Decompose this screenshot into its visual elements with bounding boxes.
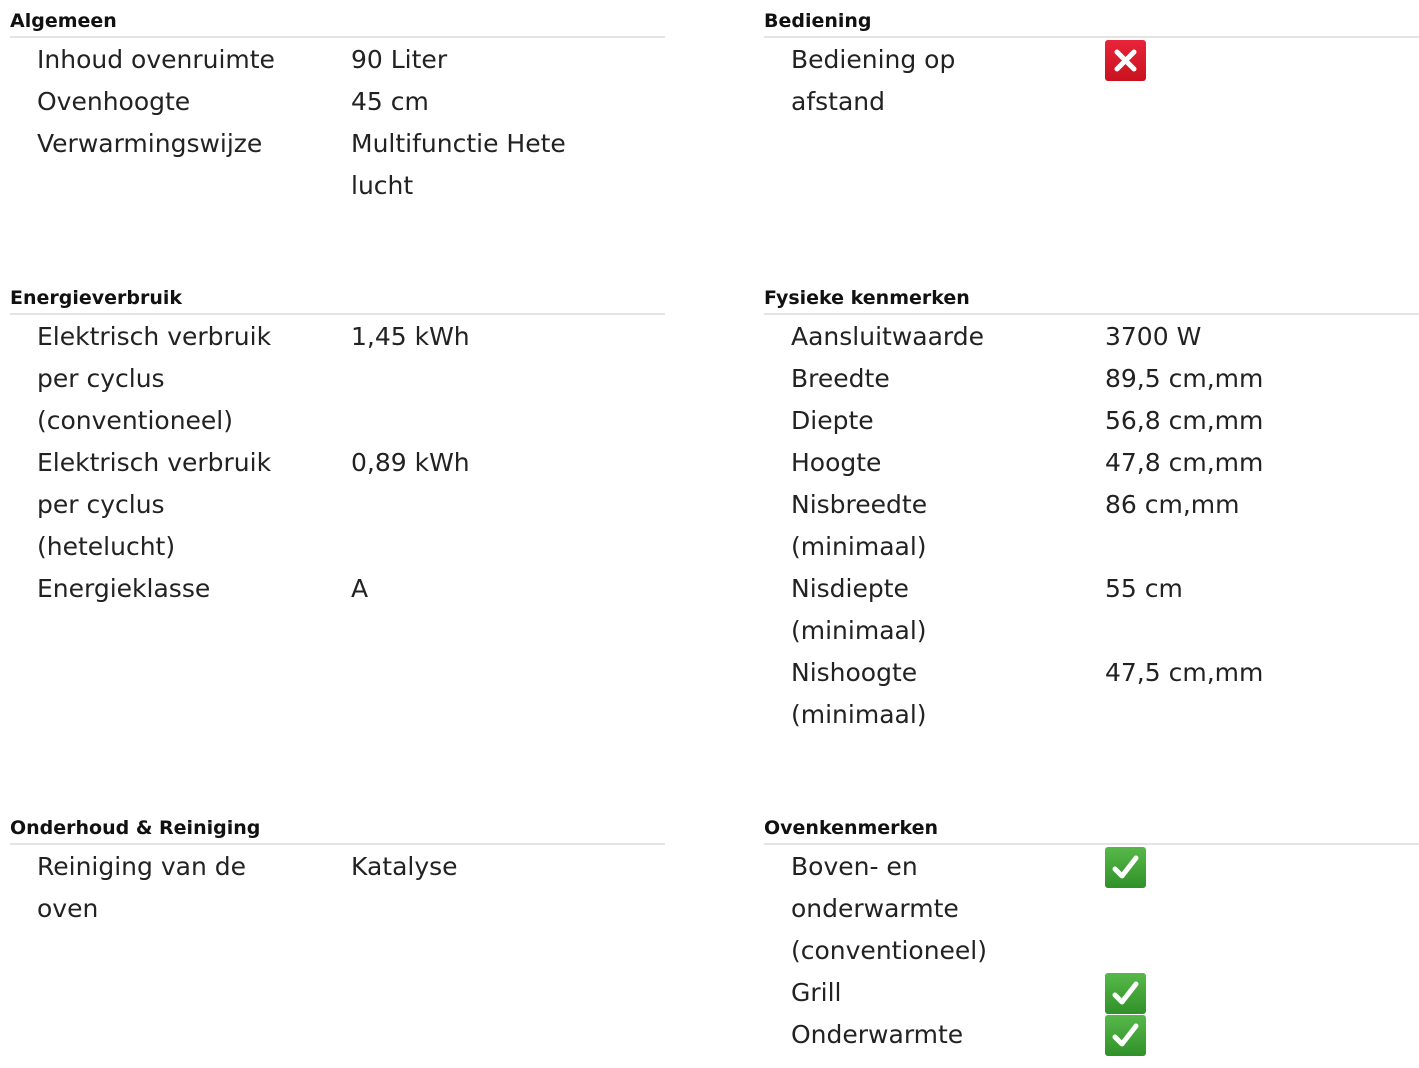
spec-label: Ovenhoogte [37, 87, 191, 116]
spec-row: Boven- en onderwarmte (conventioneel) [791, 846, 1391, 972]
spec-list: Inhoud ovenruimte 90 Liter Ovenhoogte 45… [37, 39, 637, 200]
section-onderhoud-reiniging: Onderhoud & Reiniging Reiniging van de o… [10, 817, 665, 923]
cross-icon [1105, 40, 1146, 81]
spec-row: Ovenhoogte 45 cm [37, 81, 637, 123]
spec-label: Verwarmingswijze [37, 129, 263, 158]
spec-row: Nisbreedte (minimaal) 86 cm,mm [791, 484, 1391, 568]
spec-label: Elektrisch verbruik per cyclus (conventi… [37, 322, 272, 435]
spec-label: Diepte [791, 406, 874, 435]
spec-label: Inhoud ovenruimte [37, 45, 275, 74]
spec-value: 45 cm [351, 87, 429, 116]
check-icon [1105, 1015, 1146, 1056]
spec-value: Multifunctie Hete lucht [351, 129, 566, 200]
spec-list: Reiniging van de oven Katalyse [37, 846, 637, 930]
spec-value [1105, 973, 1345, 1015]
spec-label: Aansluitwaarde [791, 322, 985, 351]
section-title: Ovenkenmerken [764, 817, 1419, 845]
spec-row: Nisdiepte (minimaal) 55 cm [791, 568, 1391, 652]
spec-value: 90 Liter [351, 45, 448, 74]
spec-value [1105, 1015, 1345, 1057]
spec-value: 0,89 kWh [351, 448, 470, 477]
spec-label: Onderwarmte [791, 1020, 964, 1049]
spec-list: Elektrisch verbruik per cyclus (conventi… [37, 316, 637, 610]
spec-row: Energieklasse A [37, 568, 637, 610]
spec-value: 47,5 cm,mm [1105, 658, 1264, 687]
check-icon [1105, 847, 1146, 888]
spec-label: Nisdiepte (minimaal) [791, 574, 927, 645]
spec-row: Elektrisch verbruik per cyclus (conventi… [37, 316, 637, 442]
section-title: Bediening [764, 10, 1419, 38]
spec-row: Nishoogte (minimaal) 47,5 cm,mm [791, 652, 1391, 736]
spec-value: 86 cm,mm [1105, 490, 1240, 519]
section-ovenkenmerken: Ovenkenmerken Boven- en onderwarmte (con… [764, 817, 1419, 1056]
spec-list: Bediening op afstand [791, 39, 1391, 123]
spec-row: Inhoud ovenruimte 90 Liter [37, 39, 637, 81]
spec-label: Elektrisch verbruik per cyclus (heteluch… [37, 448, 272, 561]
section-title: Fysieke kenmerken [764, 287, 1419, 315]
spec-row: Bediening op afstand [791, 39, 1391, 123]
spec-value: A [351, 574, 369, 603]
section-bediening: Bediening Bediening op afstand [764, 10, 1419, 116]
spec-value: 89,5 cm,mm [1105, 364, 1264, 393]
spec-value: 56,8 cm,mm [1105, 406, 1264, 435]
spec-label: Bediening op afstand [791, 45, 956, 116]
spec-label: Nisbreedte (minimaal) [791, 490, 928, 561]
section-energieverbruik: Energieverbruik Elektrisch verbruik per … [10, 287, 665, 603]
spec-row: Diepte 56,8 cm,mm [791, 400, 1391, 442]
spec-row: Onderwarmte [791, 1014, 1391, 1056]
spec-label: Boven- en onderwarmte (conventioneel) [791, 852, 988, 965]
section-fysieke-kenmerken: Fysieke kenmerken Aansluitwaarde 3700 W … [764, 287, 1419, 729]
spec-row: Hoogte 47,8 cm,mm [791, 442, 1391, 484]
spec-row: Grill [791, 972, 1391, 1014]
spec-label: Reiniging van de oven [37, 852, 246, 923]
section-title: Energieverbruik [10, 287, 665, 315]
spec-label: Energieklasse [37, 574, 211, 603]
spec-label: Grill [791, 978, 842, 1007]
spec-row: Reiniging van de oven Katalyse [37, 846, 637, 930]
spec-value: 3700 W [1105, 322, 1202, 351]
spec-value: 1,45 kWh [351, 322, 470, 351]
spec-row: Breedte 89,5 cm,mm [791, 358, 1391, 400]
spec-row: Verwarmingswijze Multifunctie Hete lucht [37, 123, 637, 200]
spec-row: Elektrisch verbruik per cyclus (heteluch… [37, 442, 637, 568]
spec-value: 47,8 cm,mm [1105, 448, 1264, 477]
spec-value: Katalyse [351, 852, 458, 881]
section-title: Onderhoud & Reiniging [10, 817, 665, 845]
section-title: Algemeen [10, 10, 665, 38]
check-icon [1105, 973, 1146, 1014]
section-algemeen: Algemeen Inhoud ovenruimte 90 Liter Oven… [10, 10, 665, 200]
spec-label: Nishoogte (minimaal) [791, 658, 927, 729]
spec-label: Hoogte [791, 448, 882, 477]
spec-value [1105, 847, 1345, 889]
spec-row: Aansluitwaarde 3700 W [791, 316, 1391, 358]
spec-list: Aansluitwaarde 3700 W Breedte 89,5 cm,mm… [791, 316, 1391, 736]
spec-label: Breedte [791, 364, 890, 393]
spec-value [1105, 40, 1345, 82]
spec-list: Boven- en onderwarmte (conventioneel) Gr… [791, 846, 1391, 1056]
spec-value: 55 cm [1105, 574, 1183, 603]
